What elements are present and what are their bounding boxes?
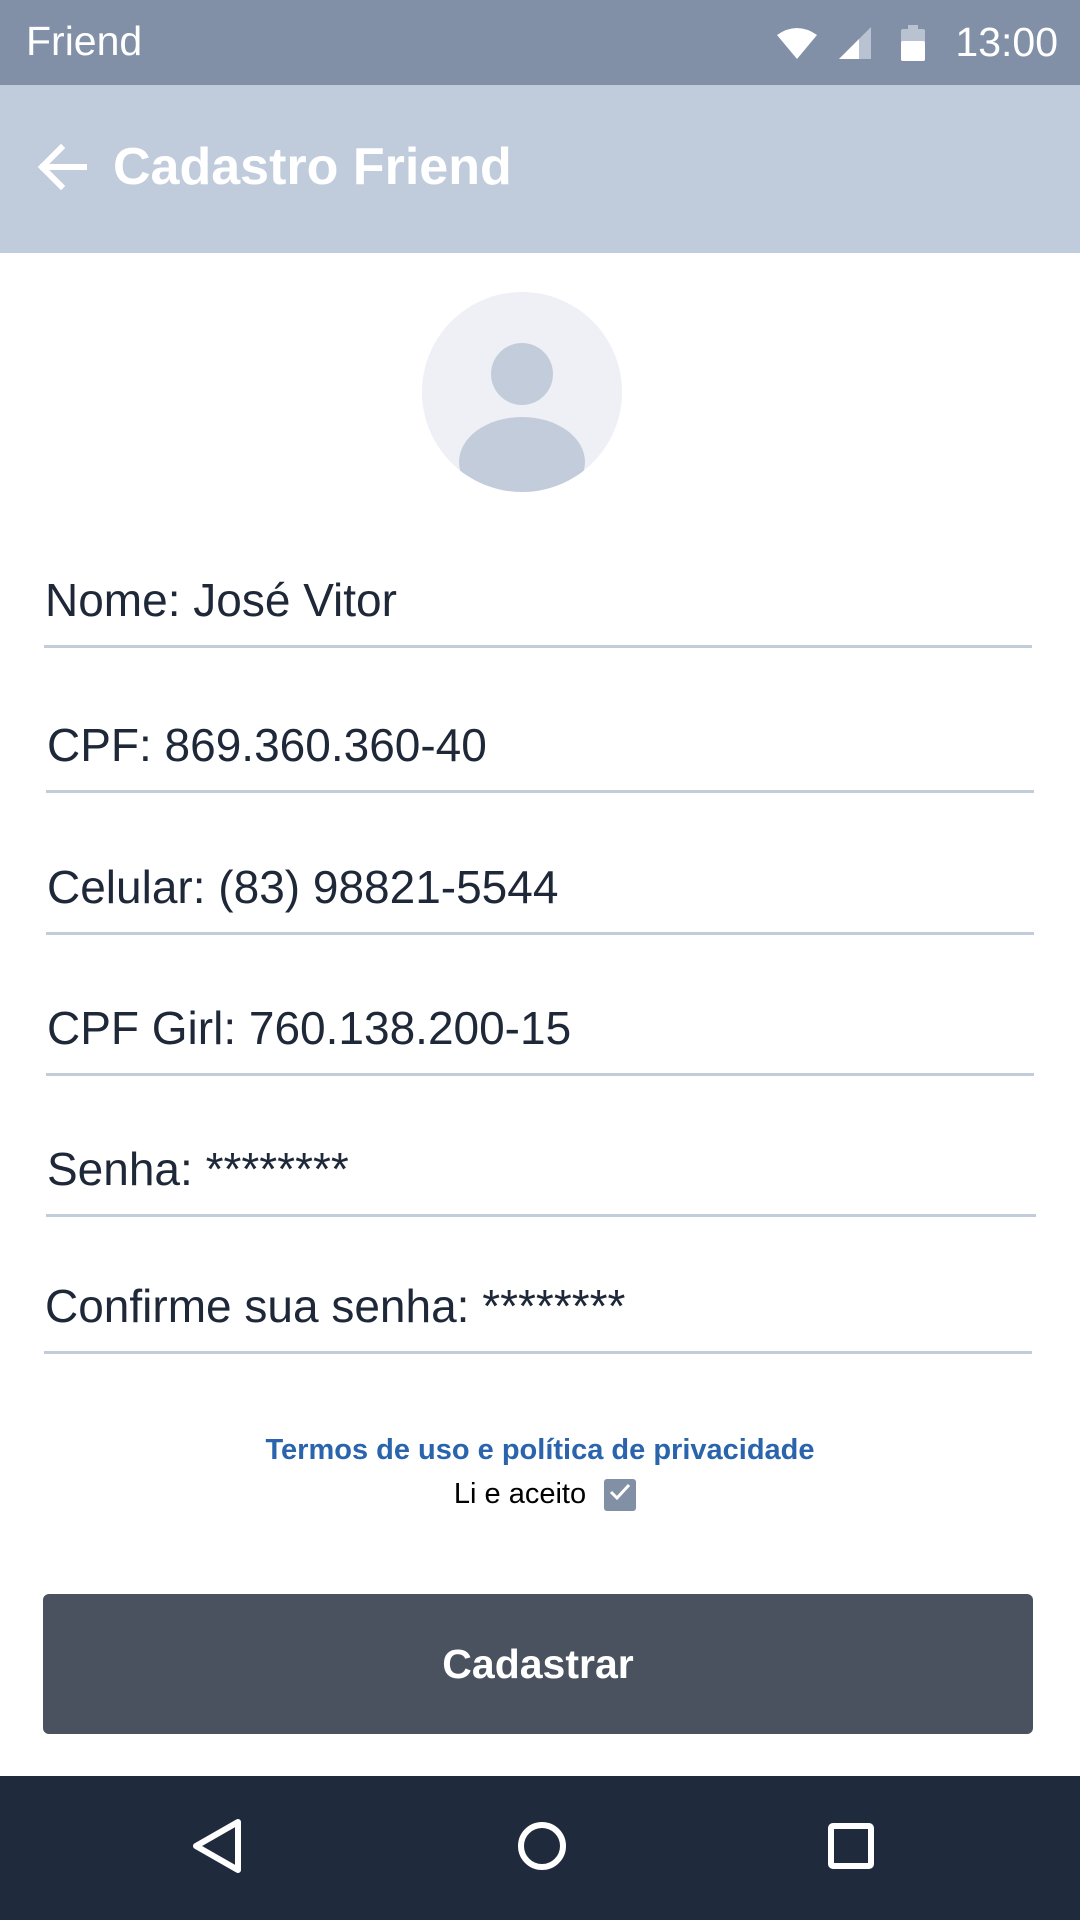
navigation-bar	[0, 1776, 1080, 1920]
terms-link[interactable]: Termos de uso e política de privacidade	[0, 1434, 1080, 1467]
accept-terms-label: Li e aceito	[453, 1478, 587, 1510]
accept-terms-checkbox[interactable]	[604, 1478, 637, 1511]
check-icon	[608, 1482, 632, 1507]
confirm-password-field-value: Confirme sua senha: ********	[45, 1280, 626, 1332]
status-bar: Friend 13:00	[0, 0, 1080, 85]
cpf-field[interactable]: CPF: 869.360.360-40	[46, 685, 1034, 793]
wifi-icon	[777, 27, 818, 59]
back-button[interactable]	[22, 129, 102, 209]
phone-field[interactable]: Celular: (83) 98821-5544	[46, 825, 1034, 935]
nav-back-button[interactable]	[167, 1798, 267, 1898]
cpf-girl-field-value: CPF Girl: 760.138.200-15	[47, 1002, 572, 1054]
accept-terms-row: Li e aceito	[0, 1478, 1080, 1511]
name-field[interactable]: Nome: José Vitor	[44, 540, 1032, 648]
arrow-left-icon	[37, 143, 87, 195]
cell-signal-icon	[839, 26, 872, 59]
password-field-value: Senha: ********	[47, 1143, 349, 1195]
screen: Friend 13:00 Cadastro Friend Nome: José …	[0, 0, 1080, 1920]
nav-back-icon	[190, 1818, 244, 1879]
status-icons: 13:00	[777, 0, 1058, 85]
nav-recents-icon	[827, 1822, 875, 1875]
name-field-value: Nome: José Vitor	[45, 574, 397, 626]
confirm-password-field[interactable]: Confirme sua senha: ********	[44, 1247, 1032, 1354]
nav-home-button[interactable]	[492, 1798, 592, 1898]
status-app-name: Friend	[26, 18, 143, 64]
person-placeholder-icon	[422, 343, 622, 492]
avatar[interactable]	[422, 292, 622, 492]
submit-button[interactable]: Cadastrar	[43, 1594, 1033, 1734]
nav-home-icon	[516, 1820, 568, 1877]
nav-recents-button[interactable]	[801, 1798, 901, 1898]
cpf-girl-field[interactable]: CPF Girl: 760.138.200-15	[46, 970, 1034, 1076]
cpf-field-value: CPF: 869.360.360-40	[47, 719, 487, 771]
password-field[interactable]: Senha: ********	[46, 1110, 1036, 1217]
battery-icon	[901, 24, 926, 61]
status-time: 13:00	[955, 19, 1058, 65]
page-title: Cadastro Friend	[113, 138, 512, 196]
app-bar: Cadastro Friend	[0, 85, 1080, 253]
phone-field-value: Celular: (83) 98821-5544	[47, 861, 559, 913]
